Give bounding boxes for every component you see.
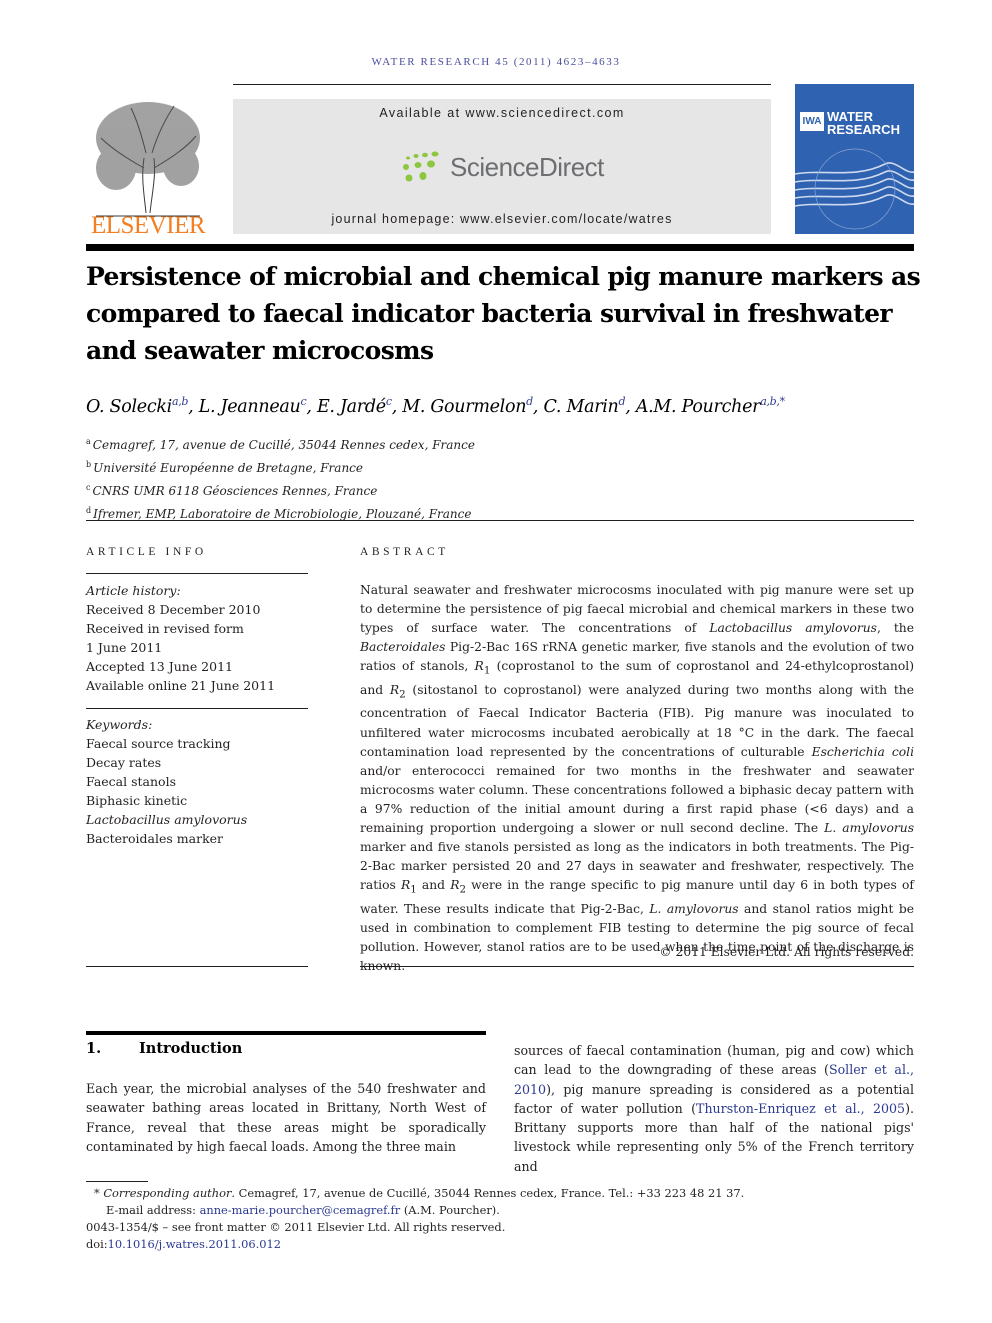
history-item: Received 8 December 2010 bbox=[86, 602, 261, 617]
ratio-symbol: R bbox=[389, 682, 400, 697]
section-number: 1. bbox=[86, 1040, 102, 1057]
affiliation-text: Cemagref, 17, avenue de Cucillé, 35044 R… bbox=[92, 438, 475, 452]
taxon-name: Bacteroidales bbox=[360, 640, 446, 655]
affiliation-key: d bbox=[86, 506, 92, 515]
header-thick-rule bbox=[86, 244, 914, 251]
article-info-heading: ARTICLE INFO bbox=[86, 546, 207, 558]
affiliation-text: Ifremer, EMP, Laboratoire de Microbiolog… bbox=[93, 507, 472, 521]
affiliation-key: a bbox=[86, 437, 91, 446]
author[interactable]: M. Gourmelon bbox=[402, 397, 526, 417]
article-history-label: Article history: bbox=[86, 583, 181, 598]
author-affiliation-ref[interactable]: d bbox=[526, 395, 533, 408]
keyword-item[interactable]: Lactobacillus amylovorus bbox=[86, 810, 308, 829]
author[interactable]: O. Solecki bbox=[86, 397, 172, 417]
author[interactable]: L. Jeanneau bbox=[199, 397, 301, 417]
corresponding-author-text: . Cemagref, 17, avenue de Cucillé, 35044… bbox=[231, 1186, 745, 1200]
corresponding-author-note: * Corresponding author. Cemagref, 17, av… bbox=[86, 1185, 916, 1202]
abstract-rule bbox=[360, 966, 914, 967]
email-line: E-mail address: anne-marie.pourcher@cema… bbox=[86, 1202, 916, 1219]
affiliation-key: c bbox=[86, 483, 91, 492]
email-link[interactable]: anne-marie.pourcher@cemagref.fr bbox=[200, 1203, 401, 1217]
keywords: Keywords: Faecal source tracking Decay r… bbox=[86, 715, 308, 848]
article-info-rule bbox=[86, 708, 308, 709]
author-affiliation-ref[interactable]: a,b bbox=[172, 395, 189, 408]
species-name: L. amylovorus bbox=[824, 821, 914, 836]
history-item: Accepted 13 June 2011 bbox=[86, 659, 233, 674]
article-info-rule bbox=[86, 966, 308, 967]
author-affiliation-ref[interactable]: c bbox=[386, 395, 392, 408]
cover-wave-icon bbox=[795, 148, 914, 230]
iwa-logo: IWA bbox=[800, 112, 824, 131]
article-info-rule bbox=[86, 573, 308, 574]
sciencedirect-name: ScienceDirect bbox=[450, 151, 604, 182]
doi-line: doi:10.1016/j.watres.2011.06.012 bbox=[86, 1236, 916, 1253]
keyword-item[interactable]: Decay rates bbox=[86, 753, 308, 772]
abstract-copyright: © 2011 Elsevier Ltd. All rights reserved… bbox=[659, 945, 914, 959]
author[interactable]: A.M. Pourcher bbox=[636, 397, 761, 417]
doi-label: doi: bbox=[86, 1237, 108, 1251]
issn-line: 0043-1354/$ – see front matter © 2011 El… bbox=[86, 1220, 506, 1234]
elsevier-logo-text[interactable]: ELSEVIER bbox=[86, 212, 210, 240]
corresponding-author-label: Corresponding author bbox=[103, 1186, 232, 1200]
journal-homepage-link[interactable]: journal homepage: www.elsevier.com/locat… bbox=[233, 212, 771, 226]
affiliations: a Cemagref, 17, avenue de Cucillé, 35044 … bbox=[86, 432, 686, 524]
affiliation-text: Université Européenne de Bretagne, Franc… bbox=[93, 461, 364, 475]
section-divider bbox=[86, 520, 914, 521]
affiliation-key: b bbox=[86, 460, 92, 469]
author[interactable]: E. Jardé bbox=[317, 397, 386, 417]
header-rule bbox=[233, 84, 771, 85]
abstract-heading: ABSTRACT bbox=[360, 546, 449, 558]
footnote-marker: * bbox=[94, 1186, 100, 1200]
citation-link[interactable]: Thurston-Enriquez et al., 2005 bbox=[696, 1101, 905, 1116]
footnotes: * Corresponding author. Cemagref, 17, av… bbox=[86, 1185, 916, 1253]
abstract-segment: and bbox=[416, 878, 451, 893]
keywords-label: Keywords: bbox=[86, 717, 153, 732]
author-list: O. Soleckia,b, L. Jeanneauc, E. Jardéc, … bbox=[86, 395, 785, 417]
abstract-text: Natural seawater and freshwater microcos… bbox=[360, 581, 914, 976]
author[interactable]: C. Marin bbox=[543, 397, 618, 417]
history-item: Available online 21 June 2011 bbox=[86, 678, 276, 693]
cover-title-line2: RESEARCH bbox=[827, 122, 900, 137]
keyword-item[interactable]: Bacteroidales marker bbox=[86, 829, 308, 848]
sciencedirect-dots-icon bbox=[403, 151, 439, 182]
sciencedirect-logo[interactable]: ScienceDirect bbox=[398, 150, 604, 184]
available-at-link[interactable]: Available at www.sciencedirect.com bbox=[233, 106, 771, 120]
affiliation-item: c CNRS UMR 6118 Géosciences Rennes, Franc… bbox=[86, 478, 686, 501]
ratio-symbol: R bbox=[474, 659, 484, 674]
journal-cover[interactable]: IWA WATER RESEARCH bbox=[795, 84, 914, 234]
author-affiliation-ref[interactable]: d bbox=[619, 395, 626, 408]
running-head: WATER RESEARCH 45 (2011) 4623–4633 bbox=[371, 56, 621, 68]
affiliation-item: a Cemagref, 17, avenue de Cucillé, 35044 … bbox=[86, 432, 686, 455]
affiliation-item: b Université Européenne de Bretagne, Fran… bbox=[86, 455, 686, 478]
keyword-item[interactable]: Faecal source tracking bbox=[86, 734, 308, 753]
history-item: Received in revised form bbox=[86, 621, 244, 636]
author-affiliation-ref[interactable]: a,b,* bbox=[760, 395, 785, 408]
history-item: 1 June 2011 bbox=[86, 640, 163, 655]
email-owner: (A.M. Pourcher). bbox=[400, 1203, 500, 1217]
article-history: Article history: Received 8 December 201… bbox=[86, 581, 308, 695]
cover-title: WATER RESEARCH bbox=[827, 110, 900, 136]
email-label: E-mail address: bbox=[106, 1203, 200, 1217]
author-affiliation-ref[interactable]: c bbox=[301, 395, 307, 408]
species-name: L. amylovorus bbox=[649, 901, 739, 916]
abstract-segment: , the bbox=[876, 621, 914, 636]
article-title: Persistence of microbial and chemical pi… bbox=[86, 262, 921, 365]
ratio-symbol: R bbox=[400, 878, 411, 893]
affiliation-text: CNRS UMR 6118 Géosciences Rennes, France bbox=[92, 484, 378, 498]
intro-right-column: sources of faecal contamination (human, … bbox=[514, 1041, 914, 1176]
keyword-item[interactable]: Faecal stanols bbox=[86, 772, 308, 791]
doi-link[interactable]: 10.1016/j.watres.2011.06.012 bbox=[108, 1237, 281, 1251]
intro-left-column: Each year, the microbial analyses of the… bbox=[86, 1081, 486, 1154]
intro-rule bbox=[86, 1031, 486, 1035]
species-name: Escherichia coli bbox=[811, 744, 915, 759]
keyword-item[interactable]: Biphasic kinetic bbox=[86, 791, 308, 810]
section-heading: 1. Introduction bbox=[86, 1040, 242, 1057]
section-title: Introduction bbox=[139, 1040, 243, 1057]
footnote-rule bbox=[86, 1181, 148, 1182]
species-name: Lactobacillus amylovorus bbox=[709, 621, 877, 636]
